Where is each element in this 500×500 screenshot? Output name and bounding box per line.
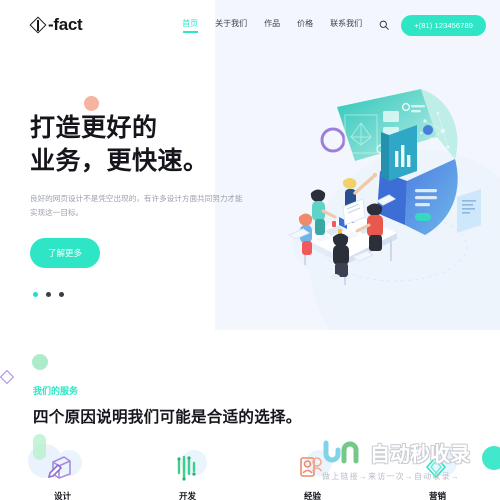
carousel-dot-3[interactable] [59,292,64,297]
carousel-dot-1[interactable] [33,292,38,297]
service-name-experience: 经验 [303,491,321,500]
nav-item-pricing[interactable]: 价格 [297,18,313,33]
search-icon[interactable] [379,20,389,30]
main-navigation: 首页 关于我们 作品 价格 联系我们 +(81) 123456789 [182,14,486,36]
hero-content: 打造更好的 业务，更快速。 良好的网页设计不是凭空出现的，有许多设计方面共同努力… [30,112,260,268]
code-bars-icon [171,455,201,486]
nav-item-contact[interactable]: 联系我们 [330,18,362,33]
services-grid: 设计 开发 经验 营销 [0,450,500,500]
nav-item-home[interactable]: 首页 [182,18,199,33]
decor-green-circle [32,354,48,370]
carousel-dot-2[interactable] [46,292,51,297]
service-card-development[interactable]: 开发 [125,450,250,500]
team-meeting-isometric-illustration [285,85,500,300]
services-eyebrow: 我们的服务 [33,386,79,396]
nav-item-about[interactable]: 关于我们 [215,18,247,33]
hero-title-line2: 业务，更快速。 [30,147,209,175]
user-card-icon [296,457,326,486]
service-name-marketing: 营销 [428,491,446,500]
nav-item-works[interactable]: 作品 [264,18,280,33]
phone-cta-button[interactable]: +(81) 123456789 [401,14,486,36]
marketing-megaphone-icon [421,455,451,486]
services-heading: 四个原因说明我们可能是合适的选择。 [33,409,302,426]
logo-text: -fact [48,15,83,34]
service-name-design: 设计 [53,491,71,500]
hero-subtitle: 良好的网页设计不是凭空出现的，有许多设计方面共同努力才能实现这一目标。 [30,194,243,217]
hero-cta-button[interactable]: 了解更多 [30,238,101,268]
site-logo[interactable]: -fact [29,15,83,35]
diamond-logo-icon [29,16,47,34]
service-card-experience[interactable]: 经验 [250,450,375,500]
service-card-design[interactable]: 设计 [0,450,125,500]
service-card-marketing[interactable]: 营销 [375,450,500,500]
service-name-development: 开发 [178,491,196,500]
hero-carousel-dots [33,292,64,297]
decor-peach-circle [84,96,99,111]
landing-page: -fact 首页 关于我们 作品 价格 联系我们 +(81) 123456789… [0,0,500,500]
site-header: -fact 首页 关于我们 作品 价格 联系我们 +(81) 123456789 [0,0,500,50]
hero-title-line1: 打造更好的 [30,114,158,142]
design-pen-icon [46,456,76,486]
